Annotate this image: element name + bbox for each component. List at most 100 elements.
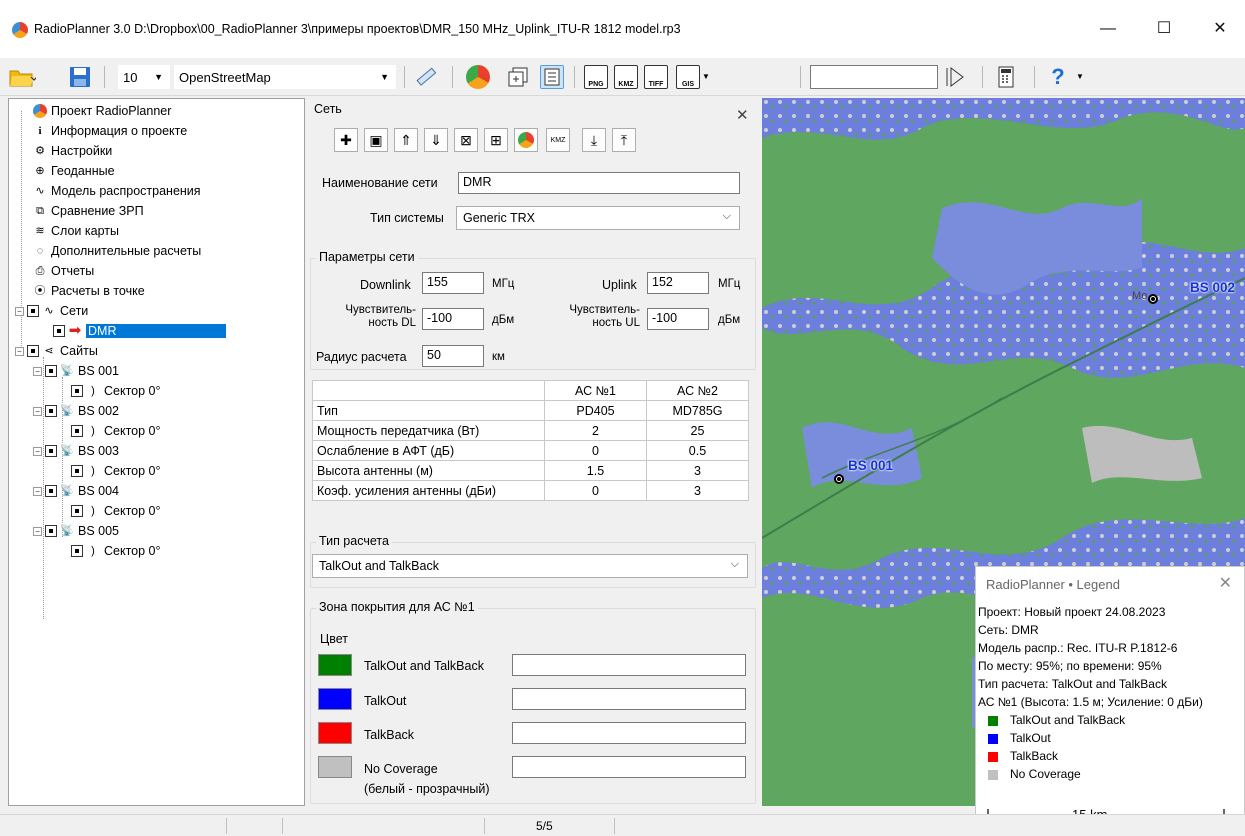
table-cell[interactable]: 0 (544, 480, 647, 501)
chevron-down-icon[interactable]: ▼ (1076, 72, 1084, 81)
tree-checkbox[interactable] (45, 405, 57, 417)
sens-dl-input[interactable]: -100 (422, 308, 484, 330)
tree-checkbox[interactable] (71, 545, 83, 557)
legend-window[interactable]: RadioPlanner • Legend ✕ Проект: Новый пр… (975, 566, 1245, 830)
tree-item-bs-003[interactable]: − 📡 BS 003 (33, 442, 119, 460)
move-down-button[interactable]: ⇓ (424, 128, 448, 152)
collapse-icon[interactable]: − (33, 526, 42, 536)
open-folder-icon[interactable] (8, 65, 38, 89)
tree-item-bs-005[interactable]: − 📡 BS 005 (33, 522, 119, 540)
talkback-color-swatch[interactable] (318, 722, 352, 744)
calc-type-select[interactable]: TalkOut and TalkBack ⌵ (312, 554, 748, 578)
tree-checkbox[interactable] (71, 505, 83, 517)
tree-checkbox[interactable] (45, 445, 57, 457)
map-source-select[interactable]: OpenStreetMap ▼ (174, 65, 396, 89)
tree-item-bs-001[interactable]: − 📡 BS 001 (33, 362, 119, 380)
close-button[interactable]: ✕ (1197, 12, 1243, 46)
calculate-coverage-icon[interactable] (466, 65, 490, 89)
export-button[interactable]: ⤒ (612, 128, 636, 152)
collapse-icon[interactable]: − (33, 486, 42, 496)
table-cell[interactable]: 3 (646, 460, 749, 481)
system-type-select[interactable]: Generic TRX ⌵ (456, 206, 740, 230)
tree-item-bs-004[interactable]: − 📡 BS 004 (33, 482, 119, 500)
no-coverage-input[interactable] (512, 756, 746, 778)
tree-item-geodata[interactable]: ⊕ Геоданные (33, 162, 114, 180)
close-icon[interactable]: ✕ (736, 106, 749, 124)
ruler-icon[interactable] (414, 65, 438, 89)
table-cell[interactable]: PD405 (544, 400, 647, 421)
collapse-icon[interactable]: − (15, 346, 24, 356)
table-cell[interactable]: 3 (646, 480, 749, 501)
tree-item-sector[interactable]: ) Сектор 0° (71, 422, 161, 440)
export-gis-icon[interactable]: GIS (676, 65, 700, 89)
search-input[interactable] (810, 65, 938, 89)
site-marker[interactable] (834, 474, 844, 484)
talkout-talkback-color-swatch[interactable] (318, 654, 352, 676)
tree-checkbox[interactable] (71, 465, 83, 477)
tree-checkbox[interactable] (71, 425, 83, 437)
net-name-input[interactable]: DMR (458, 172, 740, 194)
play-icon[interactable] (942, 65, 966, 89)
site-marker[interactable] (1148, 294, 1158, 304)
coverage-button[interactable] (514, 128, 538, 152)
move-up-button[interactable]: ⇑ (394, 128, 418, 152)
tree-item-reports[interactable]: ⎙ Отчеты (33, 262, 95, 280)
talkout-input[interactable] (512, 688, 746, 710)
save-icon[interactable] (68, 65, 92, 89)
downlink-input[interactable]: 155 (422, 272, 484, 294)
tree-item-propagation-model[interactable]: ∿ Модель распространения (33, 182, 200, 200)
sens-ul-input[interactable]: -100 (647, 308, 709, 330)
tree-item-settings[interactable]: ⚙ Настройки (33, 142, 112, 160)
table-cell[interactable]: 0.5 (646, 440, 749, 461)
import-button[interactable]: ⤓ (582, 128, 606, 152)
export-png-icon[interactable]: PNG (584, 65, 608, 89)
export-tiff-icon[interactable]: TIFF (644, 65, 668, 89)
table-cell[interactable]: 25 (646, 420, 749, 441)
help-icon[interactable]: ? (1046, 65, 1070, 89)
calculator-icon[interactable] (994, 65, 1018, 89)
table-cell[interactable]: 0 (544, 440, 647, 461)
table-cell[interactable]: 1.5 (544, 460, 647, 481)
table-cell[interactable]: MD785G (646, 400, 749, 421)
legend-close-icon[interactable]: ✕ (1219, 573, 1232, 593)
list-view-icon[interactable] (540, 65, 564, 89)
tree-item-compare[interactable]: ⧉ Сравнение ЗРП (33, 202, 144, 220)
site-label[interactable]: BS 002 (1190, 280, 1235, 295)
tree-item-dmr[interactable]: ➡ DMR (53, 322, 303, 340)
uplink-input[interactable]: 152 (647, 272, 709, 294)
talkback-input[interactable] (512, 722, 746, 744)
checkbox-button[interactable]: ▣ (364, 128, 388, 152)
talkout-color-swatch[interactable] (318, 688, 352, 710)
no-coverage-color-swatch[interactable] (318, 756, 352, 778)
maximize-button[interactable]: ☐ (1141, 12, 1187, 46)
tree-checkbox[interactable] (27, 305, 39, 317)
tree-checkbox[interactable] (53, 325, 65, 337)
tree-checkbox[interactable] (45, 485, 57, 497)
tree-item-bs-002[interactable]: − 📡 BS 002 (33, 402, 119, 420)
tree-item-sector[interactable]: ) Сектор 0° (71, 462, 161, 480)
tree-checkbox[interactable] (45, 525, 57, 537)
minimize-button[interactable]: — (1085, 12, 1131, 46)
site-label[interactable]: BS 001 (848, 458, 893, 473)
export-kmz-icon[interactable]: KMZ (614, 65, 638, 89)
tree-item-map-layers[interactable]: ≋ Слои карты (33, 222, 119, 240)
chevron-down-icon[interactable]: ▼ (702, 72, 710, 81)
zoom-select[interactable]: 10 ▼ (118, 65, 170, 89)
table-button[interactable]: ⊞ (484, 128, 508, 152)
radius-input[interactable]: 50 (422, 345, 484, 367)
delete-button[interactable]: ⊠ (454, 128, 478, 152)
tree-item-sector[interactable]: ) Сектор 0° (71, 382, 161, 400)
collapse-icon[interactable]: − (33, 406, 42, 416)
tree-item-sites[interactable]: − ⋖ Сайты (15, 342, 98, 360)
collapse-icon[interactable]: − (33, 446, 42, 456)
tree-item-project[interactable]: Проект RadioPlanner (33, 102, 171, 120)
tree-item-point-calc[interactable]: ⦿ Расчеты в точке (33, 282, 145, 300)
tree-item-extra-calc[interactable]: ◌ Дополнительные расчеты (33, 242, 201, 260)
tree-item-networks[interactable]: − ∿ Сети (15, 302, 88, 320)
table-cell[interactable]: 2 (544, 420, 647, 441)
tree-item-sector[interactable]: ) Сектор 0° (71, 542, 161, 560)
copy-window-icon[interactable] (506, 65, 530, 89)
talkout-talkback-input[interactable] (512, 654, 746, 676)
tree-item-project-info[interactable]: i Информация о проекте (33, 122, 187, 140)
collapse-icon[interactable]: − (33, 366, 42, 376)
